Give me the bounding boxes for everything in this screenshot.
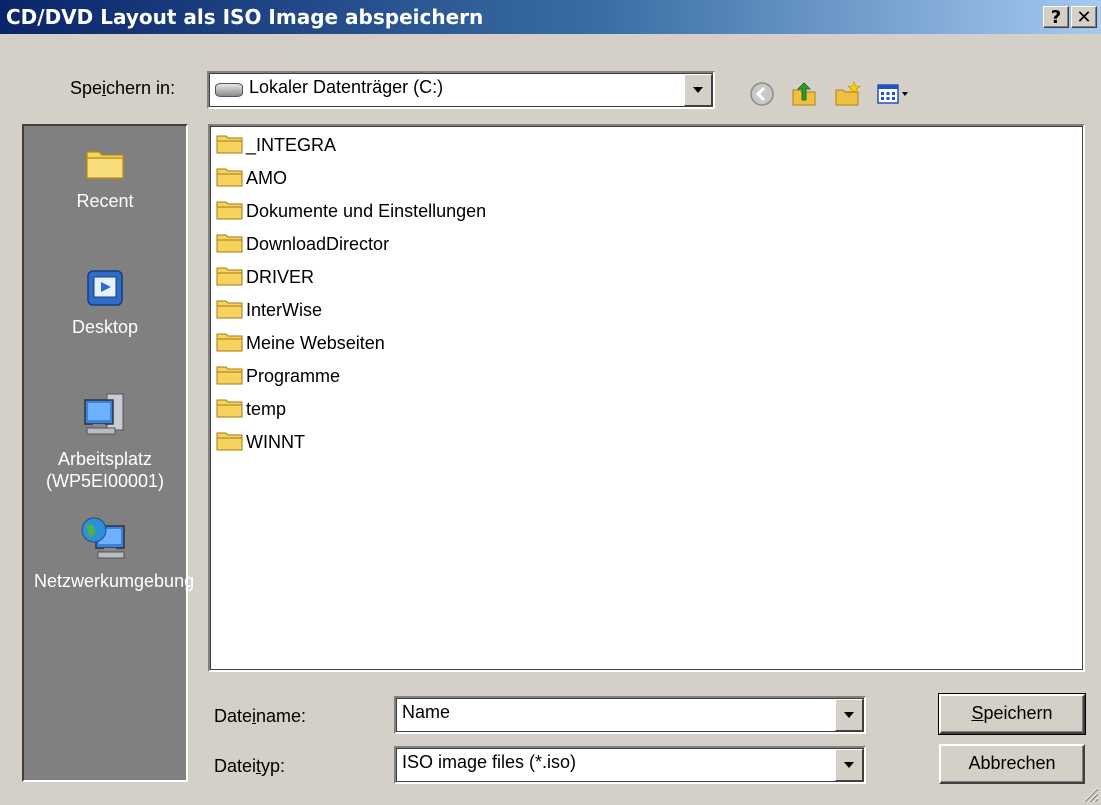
title-bar[interactable]: CD/DVD Layout als ISO Image abspeichern … <box>0 0 1101 34</box>
chevron-down-icon[interactable] <box>835 749 863 781</box>
file-list[interactable]: _INTEGRA AMO Dokumente und Einstellungen… <box>208 124 1085 672</box>
close-button[interactable]: ✕ <box>1071 6 1097 28</box>
file-name: Programme <box>246 366 341 386</box>
my-computer-icon <box>84 393 124 435</box>
file-name: WINNT <box>246 432 305 452</box>
list-item[interactable]: InterWise <box>216 297 322 327</box>
place-network[interactable]: Netzwerkumgebung <box>24 514 195 592</box>
list-item[interactable]: Dokumente und Einstellungen <box>216 198 486 228</box>
filename-input[interactable]: Name <box>394 696 866 734</box>
list-item[interactable]: DownloadDirector <box>216 231 389 261</box>
folder-icon <box>216 234 243 253</box>
back-icon[interactable] <box>748 80 776 108</box>
help-button[interactable]: ? <box>1043 6 1069 28</box>
list-item[interactable]: Meine Webseiten <box>216 330 385 360</box>
view-menu-icon[interactable] <box>876 80 912 108</box>
folder-icon <box>216 201 243 220</box>
filetype-select[interactable]: ISO image files (*.iso) <box>394 746 866 784</box>
folder-icon <box>216 432 243 451</box>
list-item[interactable]: _INTEGRA <box>216 132 336 162</box>
list-item[interactable]: DRIVER <box>216 264 314 294</box>
filetype-label: Dateityp: <box>214 756 286 776</box>
file-name: _INTEGRA <box>246 135 337 155</box>
place-my-computer[interactable]: Arbeitsplatz (WP5EI00001) <box>24 390 186 492</box>
window-title: CD/DVD Layout als ISO Image abspeichern <box>6 5 484 29</box>
network-icon <box>81 517 125 559</box>
filename-label: Dateiname: <box>214 706 307 726</box>
folder-icon <box>216 300 243 319</box>
file-name: Dokumente und Einstellungen <box>246 201 487 221</box>
list-item[interactable]: AMO <box>216 165 287 195</box>
savein-value: Lokaler Datenträger (C:) <box>249 77 444 97</box>
file-name: Meine Webseiten <box>246 333 385 353</box>
place-desktop[interactable]: Desktop <box>24 266 186 338</box>
chevron-down-icon[interactable] <box>684 74 712 106</box>
file-name: AMO <box>246 168 288 188</box>
resize-grip-icon[interactable] <box>1079 783 1099 803</box>
place-label: Netzwerkumgebung <box>34 571 195 591</box>
filetype-value: ISO image files (*.iso) <box>402 752 577 772</box>
save-dialog: CD/DVD Layout als ISO Image abspeichern … <box>0 0 1101 805</box>
places-bar: Recent Desktop Arbeitsplatz (WP5EI00001) <box>22 124 195 782</box>
folder-icon <box>216 366 243 385</box>
file-name: DownloadDirector <box>246 234 390 254</box>
cancel-button[interactable]: Abbrechen <box>939 744 1085 784</box>
place-label: Desktop <box>71 317 139 337</box>
chevron-down-icon[interactable] <box>835 699 863 731</box>
list-item[interactable]: Programme <box>216 363 340 393</box>
up-folder-icon[interactable] <box>790 80 818 108</box>
savein-dropdown[interactable]: Lokaler Datenträger (C:) <box>207 71 715 109</box>
place-label: Recent <box>76 191 134 211</box>
folder-icon <box>216 333 243 352</box>
list-item[interactable]: WINNT <box>216 429 305 459</box>
folder-icon <box>216 168 243 187</box>
folder-icon <box>216 135 243 154</box>
file-name: temp <box>246 399 287 419</box>
desktop-icon <box>87 270 123 306</box>
place-recent[interactable]: Recent <box>24 140 186 212</box>
hard-drive-icon <box>215 83 243 97</box>
savein-label: Speichern in: <box>70 78 176 98</box>
file-name: InterWise <box>246 300 323 320</box>
folder-icon <box>216 399 243 418</box>
file-name: DRIVER <box>246 267 315 287</box>
list-item[interactable]: temp <box>216 396 286 426</box>
new-folder-icon[interactable] <box>834 80 862 108</box>
folder-icon <box>216 267 243 286</box>
place-label: Arbeitsplatz (WP5EI00001) <box>45 449 165 491</box>
save-button[interactable]: Speichern <box>938 693 1086 735</box>
recent-folder-icon <box>86 151 124 179</box>
filename-value[interactable]: Name <box>402 702 450 723</box>
